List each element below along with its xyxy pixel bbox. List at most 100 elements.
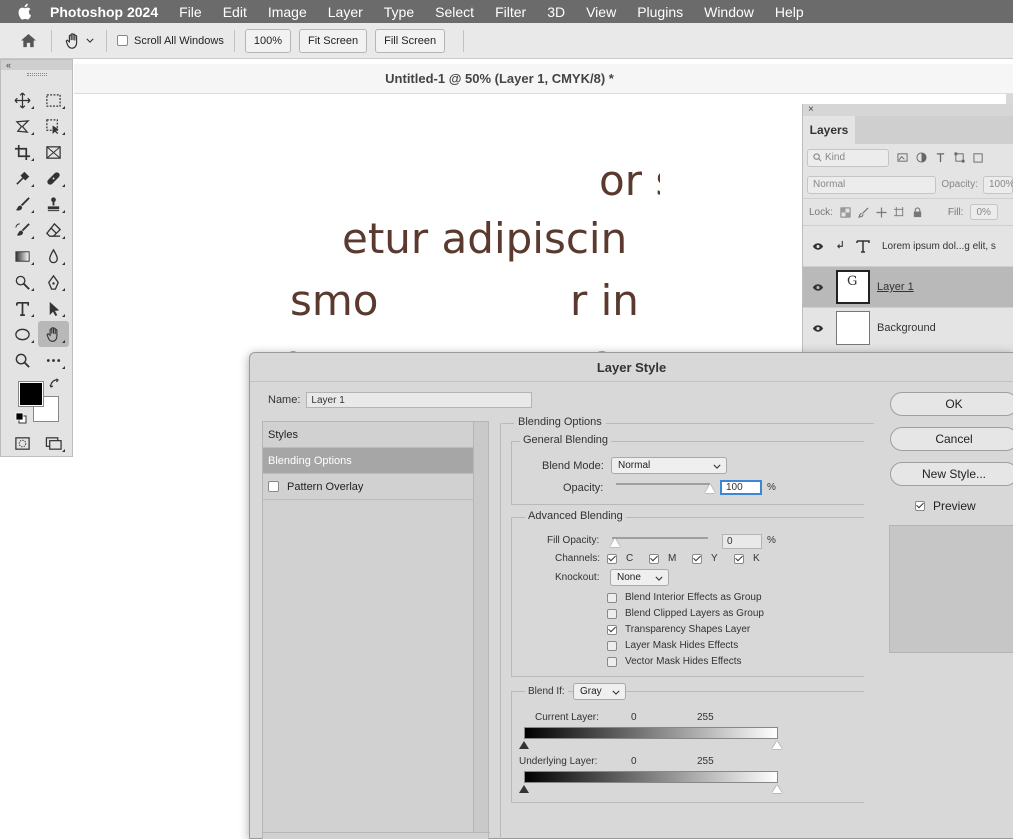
layer-name[interactable]: Lorem ipsum dol...g elit, s <box>882 241 996 252</box>
blend-mode-select[interactable]: Normal <box>807 175 937 194</box>
channel-y-checkbox[interactable] <box>692 554 702 564</box>
quick-mask-icon[interactable] <box>7 430 38 456</box>
knockout-select[interactable]: None <box>610 569 669 586</box>
dodge-tool-icon[interactable] <box>7 269 38 295</box>
preview-checkbox[interactable] <box>915 501 925 511</box>
panel-grip[interactable] <box>1 70 72 78</box>
default-colors-icon[interactable] <box>15 412 27 424</box>
menu-help[interactable]: Help <box>775 4 804 20</box>
brush-tool-icon[interactable] <box>7 191 38 217</box>
lock-artboard-icon[interactable] <box>893 206 905 218</box>
hand-tool-icon[interactable] <box>62 30 84 52</box>
lock-image-icon[interactable] <box>857 206 869 218</box>
new-style-button[interactable]: New Style... <box>890 462 1013 486</box>
menu-layer[interactable]: Layer <box>328 4 363 20</box>
menu-edit[interactable]: Edit <box>223 4 247 20</box>
path-selection-tool-icon[interactable] <box>38 295 69 321</box>
menu-filter[interactable]: Filter <box>495 4 526 20</box>
name-field[interactable]: Layer 1 <box>306 392 533 408</box>
kind-filter-select[interactable]: Kind <box>807 148 889 167</box>
lock-position-icon[interactable] <box>876 206 887 218</box>
swap-colors-icon[interactable] <box>49 378 61 390</box>
type-tool-icon[interactable] <box>7 295 38 321</box>
menu-app-name[interactable]: Photoshop 2024 <box>50 4 158 20</box>
opacity-slider[interactable] <box>616 483 710 485</box>
menu-3d[interactable]: 3D <box>547 4 565 20</box>
pattern-overlay-item[interactable]: Pattern Overlay <box>263 474 488 500</box>
blend-interior-effects-checkbox[interactable] <box>607 593 617 603</box>
blend-mode-select[interactable]: Normal <box>611 457 727 474</box>
preview-toggle[interactable]: Preview <box>915 499 976 513</box>
fill-field[interactable]: 0% <box>970 204 999 220</box>
blend-if-select[interactable]: Gray <box>573 683 626 700</box>
foreground-color-swatch[interactable] <box>18 381 44 407</box>
move-tool-icon[interactable] <box>7 87 38 113</box>
document-tab[interactable]: Untitled-1 @ 50% (Layer 1, CMYK/8) * <box>74 64 1013 94</box>
current-layer-white-slider[interactable] <box>772 741 782 749</box>
tools-collapse[interactable]: « <box>1 60 72 70</box>
layer-name[interactable]: Layer 1 <box>877 281 914 293</box>
scroll-all-windows-checkbox[interactable]: Scroll All Windows <box>117 35 224 47</box>
eye-icon[interactable] <box>803 283 833 292</box>
layers-panel-close[interactable]: × <box>803 104 1013 116</box>
underlying-layer-black-slider[interactable] <box>519 785 529 793</box>
zoom-tool-icon[interactable] <box>7 347 38 373</box>
crop-tool-icon[interactable] <box>7 139 38 165</box>
underlying-layer-white-slider[interactable] <box>772 785 782 793</box>
fill-opacity-field[interactable]: 0 <box>722 534 762 549</box>
menu-type[interactable]: Type <box>384 4 414 20</box>
menu-window[interactable]: Window <box>704 4 754 20</box>
opacity-field[interactable]: 100% <box>983 175 1013 194</box>
lasso-tool-icon[interactable] <box>7 113 38 139</box>
more-tools-icon[interactable] <box>38 347 69 373</box>
styles-scrollbar[interactable] <box>473 422 488 832</box>
apple-icon[interactable] <box>18 3 36 21</box>
vector-mask-hides-checkbox[interactable] <box>607 657 617 667</box>
gradient-tool-icon[interactable] <box>7 243 38 269</box>
channel-m-checkbox[interactable] <box>649 554 659 564</box>
pixel-filter-icon[interactable] <box>897 152 908 163</box>
menu-select[interactable]: Select <box>435 4 474 20</box>
layer-mask-hides-checkbox[interactable] <box>607 641 617 651</box>
ok-button[interactable]: OK <box>890 392 1013 416</box>
transparency-shapes-checkbox[interactable] <box>607 625 617 635</box>
pen-tool-icon[interactable] <box>38 269 69 295</box>
fill-opacity-slider-knob[interactable] <box>610 538 620 547</box>
blur-tool-icon[interactable] <box>38 243 69 269</box>
fit-screen-button[interactable]: Fit Screen <box>299 28 368 53</box>
zoom-100-button[interactable]: 100% <box>244 28 291 53</box>
current-layer-black-slider[interactable] <box>519 741 529 749</box>
lock-all-icon[interactable] <box>912 206 923 218</box>
fill-opacity-slider[interactable] <box>612 537 708 539</box>
cancel-button[interactable]: Cancel <box>890 427 1013 451</box>
home-icon[interactable] <box>15 29 41 53</box>
frame-tool-icon[interactable] <box>38 139 69 165</box>
eyedropper-tool-icon[interactable] <box>7 165 38 191</box>
eye-icon[interactable] <box>803 324 833 333</box>
object-selection-tool-icon[interactable] <box>38 113 69 139</box>
adjustment-filter-icon[interactable] <box>916 152 927 163</box>
pattern-overlay-checkbox[interactable] <box>268 481 279 492</box>
layer-thumbnail[interactable] <box>836 311 870 345</box>
marquee-tool-icon[interactable] <box>38 87 69 113</box>
opacity-field[interactable]: 100 <box>720 480 762 495</box>
channel-c-checkbox[interactable] <box>607 554 617 564</box>
channel-k-checkbox[interactable] <box>734 554 744 564</box>
history-brush-tool-icon[interactable] <box>7 217 38 243</box>
opacity-slider-knob[interactable] <box>705 484 715 493</box>
layer-thumbnail[interactable]: G <box>836 270 870 304</box>
eye-icon[interactable] <box>803 242 833 251</box>
layer-row[interactable]: Background <box>803 307 1013 348</box>
ellipse-tool-icon[interactable] <box>7 321 38 347</box>
menu-view[interactable]: View <box>586 4 616 20</box>
screen-mode-icon[interactable] <box>38 430 69 456</box>
styles-header[interactable]: Styles <box>263 422 488 448</box>
layer-row-selected[interactable]: G Layer 1 <box>803 266 1013 307</box>
fill-screen-button[interactable]: Fill Screen <box>375 28 446 53</box>
menu-file[interactable]: File <box>179 4 202 20</box>
layer-row[interactable]: Lorem ipsum dol...g elit, s <box>803 225 1013 266</box>
menu-image[interactable]: Image <box>268 4 307 20</box>
shape-filter-icon[interactable] <box>954 152 965 163</box>
layer-name[interactable]: Background <box>877 322 936 334</box>
clone-stamp-tool-icon[interactable] <box>38 191 69 217</box>
